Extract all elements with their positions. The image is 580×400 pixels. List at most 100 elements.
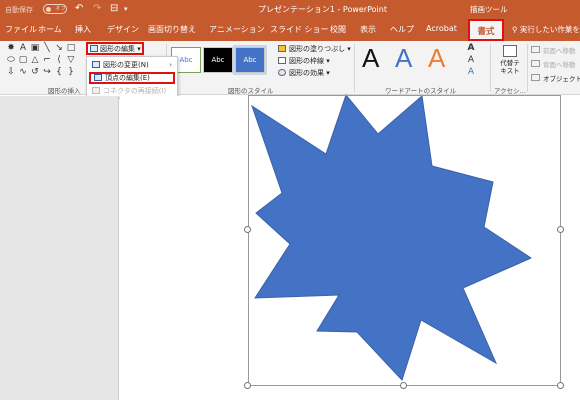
ribbon-divider (354, 44, 355, 92)
menu-change-shape-label: 図形の変更(N) (103, 61, 149, 69)
selection-pane-icon (531, 74, 540, 81)
tab-view[interactable]: 表示 (360, 24, 376, 35)
menu-reroute-label: コネクタの再接続(I) (103, 87, 167, 95)
ribbon-divider (490, 44, 491, 92)
title-bar: 自動保存 オフ ↶ ↷ ⊟ ▾ プレゼンテーション1 - PowerPoint … (0, 0, 580, 19)
shape-fill-button[interactable]: 図形の塗りつぶし ▾ (278, 44, 351, 54)
effects-icon (278, 69, 286, 76)
shape-style-blue-fill[interactable]: Abc (233, 45, 267, 75)
shape-selection-box (248, 95, 561, 386)
shape-textbox-icon[interactable]: A (18, 43, 28, 53)
alt-text-icon (503, 45, 517, 57)
shape-lshape-icon[interactable]: ⌐ (42, 55, 52, 65)
shape-roundrect-icon[interactable]: ▢ (18, 55, 28, 65)
shape-triangle-icon[interactable]: △ (30, 55, 40, 65)
shape-effects-label: 図形の効果 (289, 69, 324, 77)
shape-bracket-close-icon[interactable]: } (66, 67, 76, 77)
edit-shape-menu: 図形の変更(N) › 頂点の編集(E) コネクタの再接続(I) (86, 56, 178, 98)
shape-star-icon[interactable]: ✸ (6, 43, 16, 53)
tab-acrobat[interactable]: Acrobat (426, 24, 457, 33)
chevron-right-icon: › (169, 61, 172, 69)
paint-bucket-icon (278, 45, 286, 52)
powerpoint-window: 自動保存 オフ ↶ ↷ ⊟ ▾ プレゼンテーション1 - PowerPoint … (0, 0, 580, 400)
shape-wave-icon[interactable]: ∿ (18, 67, 28, 77)
send-backward-label: 背面へ移動 (543, 61, 576, 69)
wordart-style-black[interactable]: A (362, 41, 379, 75)
undo-icon[interactable]: ↶ (75, 3, 83, 14)
drawing-tools-label: 描画ツール (470, 5, 508, 14)
edit-shape-button[interactable]: 図形の編集 ▾ (86, 42, 144, 55)
tab-transitions[interactable]: 画面切り替え (148, 24, 196, 35)
send-backward-icon (531, 60, 540, 67)
selection-pane-button[interactable]: オブジェクトの選択 (531, 73, 580, 83)
resize-handle-left[interactable] (244, 226, 251, 233)
menu-edit-points[interactable]: 頂点の編集(E) (89, 72, 175, 84)
shape-oval-icon[interactable]: ⬭ (6, 55, 16, 65)
shape-arrow-icon[interactable]: ↘ (54, 43, 64, 53)
tell-me-search[interactable]: ⚲ 実行したい作業を (512, 24, 580, 35)
group-label-insert-shapes: 図形の挿入 (48, 87, 81, 95)
edit-points-icon (94, 74, 102, 81)
shape-rect-icon[interactable]: □ (66, 43, 76, 53)
autosave-label: 自動保存 (5, 6, 33, 14)
shape-outline-button[interactable]: 図形の枠線 ▾ (278, 56, 330, 66)
resize-handle-bottom-right[interactable] (557, 382, 564, 389)
bring-forward-icon (531, 46, 540, 53)
shape-effects-button[interactable]: 図形の効果 ▾ (278, 68, 330, 78)
group-label-shape-styles: 図形のスタイル (228, 87, 274, 95)
tab-review[interactable]: 校閲 (330, 24, 346, 35)
shape-curve-icon[interactable]: ↺ (30, 67, 40, 77)
shape-more-icon[interactable]: ▽ (66, 55, 76, 65)
group-label-accessibility: アクセシ... (494, 87, 526, 95)
menu-change-shape[interactable]: 図形の変更(N) › (89, 59, 175, 71)
edit-shape-label: 図形の編集 (100, 45, 135, 53)
alt-text-button[interactable]: 代替テキスト (498, 45, 522, 75)
tab-file[interactable]: ファイル (5, 24, 37, 35)
tab-home[interactable]: ホーム (38, 24, 62, 35)
tab-slideshow[interactable]: スライド ショー (270, 24, 329, 35)
menu-edit-points-label: 頂点の編集(E) (105, 74, 150, 82)
ribbon-divider (527, 44, 528, 92)
bring-forward-label: 前面へ移動 (543, 47, 576, 55)
present-icon[interactable]: ⊟ (110, 3, 118, 14)
ribbon-tabs: ファイル ホーム 挿入 デザイン 画面切り替え アニメーション スライド ショー… (0, 19, 580, 41)
send-backward-button[interactable]: 背面へ移動 (531, 59, 576, 69)
shape-arrow-down-icon[interactable]: ⇩ (6, 67, 16, 77)
tab-format[interactable]: 書式 (468, 19, 504, 41)
tell-me-text: 実行したい作業を (519, 25, 580, 34)
wordart-style-orange[interactable]: A (428, 41, 445, 75)
pen-icon (278, 57, 286, 64)
edit-shape-icon (90, 45, 98, 52)
tab-insert[interactable]: 挿入 (75, 24, 91, 35)
autosave-toggle[interactable]: オフ (43, 4, 67, 14)
text-outline-icon[interactable]: A (466, 55, 476, 65)
redo-icon[interactable]: ↷ (93, 3, 101, 14)
chevron-down-icon: ▾ (137, 45, 141, 53)
wordart-style-blue[interactable]: A (395, 41, 412, 75)
shape-line-icon[interactable]: ╲ (42, 43, 52, 53)
resize-handle-bottom-left[interactable] (244, 382, 251, 389)
shape-style-black[interactable]: Abc (203, 47, 233, 73)
group-label-wordart: ワードアートのスタイル (385, 87, 457, 95)
alt-text-label: 代替テキスト (500, 59, 520, 75)
text-effects-icon[interactable]: A (466, 67, 476, 77)
shape-freeform-icon[interactable]: ↪ (42, 67, 52, 77)
selection-pane-label: オブジェクトの選択 (543, 75, 580, 83)
search-icon: ⚲ (512, 25, 520, 34)
document-title: プレゼンテーション1 - PowerPoint (258, 5, 387, 14)
bring-forward-button[interactable]: 前面へ移動 (531, 45, 576, 55)
tab-help[interactable]: ヘルプ (390, 24, 414, 35)
reroute-connector-icon (92, 87, 100, 94)
change-shape-icon (92, 61, 100, 68)
tab-design[interactable]: デザイン (107, 24, 139, 35)
customize-qat-icon[interactable]: ▾ (124, 5, 128, 13)
shape-bracket-icon[interactable]: { (54, 67, 64, 77)
text-fill-icon[interactable]: A (466, 43, 476, 53)
resize-handle-bottom[interactable] (400, 382, 407, 389)
shape-brace-icon[interactable]: ⟨ (54, 55, 64, 65)
slide-thumbnails-pane[interactable] (0, 96, 119, 400)
shape-vtextbox-icon[interactable]: ▣ (30, 43, 40, 53)
resize-handle-right[interactable] (557, 226, 564, 233)
shape-outline-label: 図形の枠線 (289, 57, 324, 65)
tab-animations[interactable]: アニメーション (209, 24, 265, 35)
